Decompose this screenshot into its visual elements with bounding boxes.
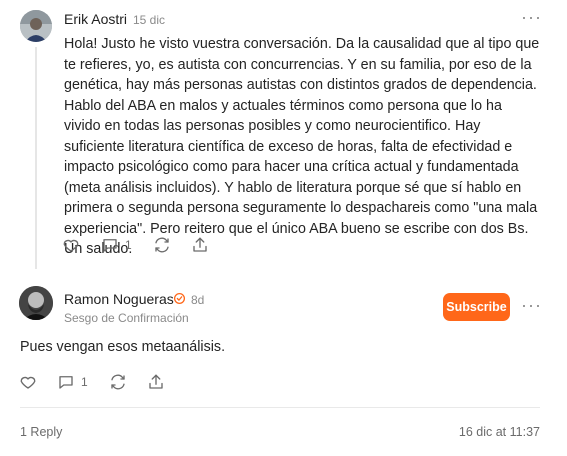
comment-body: Pues vengan esos metaanálisis. (20, 339, 226, 355)
reply-button[interactable]: 1 (101, 236, 132, 254)
post-timestamp[interactable]: 16 dic at 11:37 (459, 425, 540, 439)
heart-icon (19, 373, 37, 391)
reply-button[interactable]: 1 (57, 373, 88, 391)
like-button[interactable] (19, 373, 37, 391)
share-button[interactable] (147, 373, 165, 391)
replies-link[interactable]: 1 Reply (20, 425, 62, 439)
comment-bubble-icon (101, 236, 119, 254)
more-options-icon[interactable]: ··· (521, 296, 542, 314)
comment-count: 1 (125, 238, 132, 252)
restack-icon (109, 373, 127, 391)
verified-badge-icon (173, 292, 186, 310)
avatar[interactable] (19, 286, 53, 320)
share-button[interactable] (191, 236, 209, 254)
share-icon (191, 236, 209, 254)
comment-date[interactable]: 8d (191, 293, 204, 307)
comment-body: Hola! Justo he visto vuestra conversació… (64, 36, 540, 257)
thread-line (35, 47, 37, 269)
comment-count: 1 (81, 375, 88, 389)
share-icon (147, 373, 165, 391)
subscribe-button[interactable]: Subscribe (443, 293, 510, 321)
comment-actions (62, 236, 80, 254)
author-subtitle[interactable]: Sesgo de Confirmación (64, 311, 189, 325)
more-options-icon[interactable]: ··· (521, 8, 542, 26)
heart-icon[interactable] (62, 236, 80, 254)
avatar[interactable] (20, 10, 52, 42)
comment-date[interactable]: 15 dic (133, 13, 165, 27)
comment-author[interactable]: Ramon Nogueras (64, 291, 174, 307)
restack-button[interactable] (109, 373, 127, 391)
comment-bubble-icon (57, 373, 75, 391)
divider (20, 407, 540, 408)
comment-author[interactable]: Erik Aostri (64, 11, 127, 27)
restack-button[interactable] (153, 236, 171, 254)
restack-icon (153, 236, 171, 254)
